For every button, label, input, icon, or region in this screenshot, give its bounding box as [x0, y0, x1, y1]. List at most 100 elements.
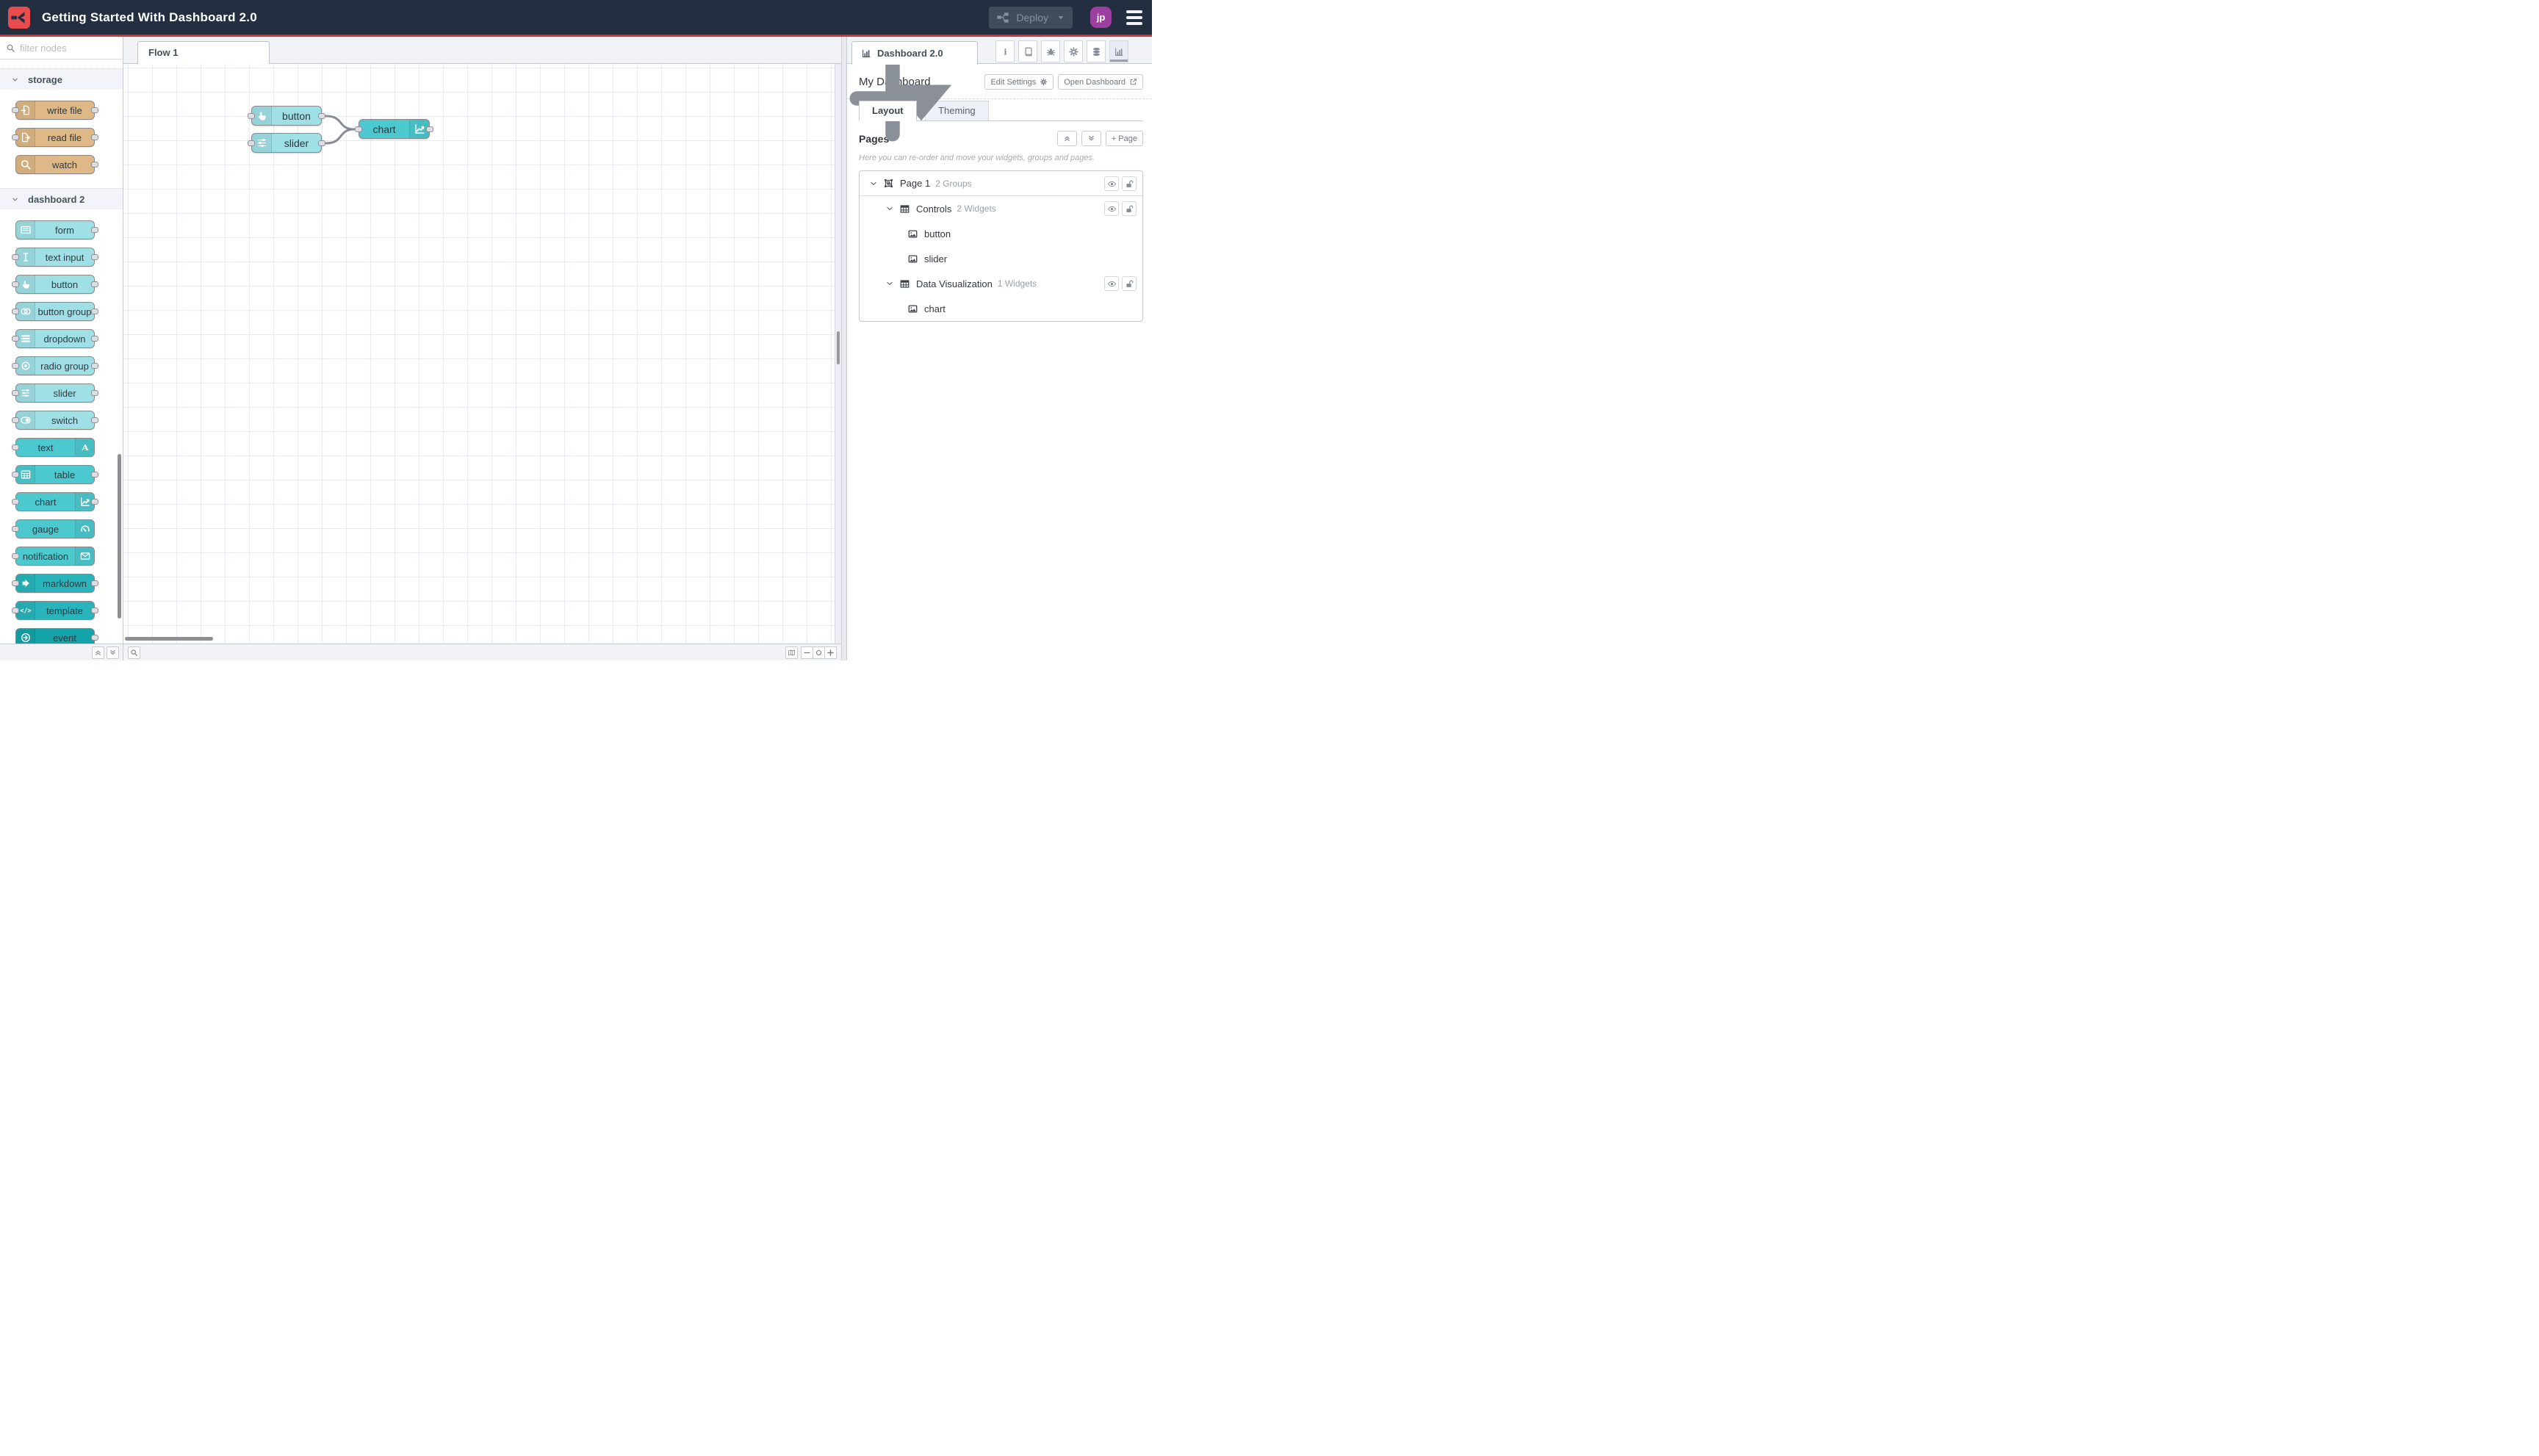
- node-input-port[interactable]: [12, 107, 19, 113]
- tree-row-widget-chart[interactable]: chart: [860, 296, 1142, 321]
- palette-node-switch[interactable]: switch: [12, 411, 98, 430]
- palette-category-storage[interactable]: storage: [0, 68, 123, 90]
- node-input-port[interactable]: [12, 309, 19, 314]
- node-input-port[interactable]: [12, 417, 19, 423]
- chevron-down-icon[interactable]: [885, 279, 894, 288]
- canvas-vertical-scrollbar[interactable]: [837, 331, 840, 364]
- node-output-port[interactable]: [91, 134, 98, 140]
- deploy-button[interactable]: Deploy: [989, 6, 1073, 29]
- palette-scrollbar[interactable]: [118, 454, 121, 619]
- sidebar-tab-list-button[interactable]: [1139, 47, 1148, 56]
- node-output-port[interactable]: [91, 499, 98, 505]
- node-output-port[interactable]: [318, 113, 325, 119]
- node-output-port[interactable]: [91, 580, 98, 586]
- palette-node-markdown[interactable]: markdown: [12, 574, 98, 593]
- flow-node-button[interactable]: button: [248, 106, 325, 126]
- tab-context-data-button[interactable]: [1087, 40, 1106, 62]
- tab-help-button[interactable]: [1018, 40, 1037, 62]
- palette-node-table[interactable]: table: [12, 465, 98, 484]
- node-input-port[interactable]: [12, 526, 19, 532]
- palette-node-gauge[interactable]: gauge: [12, 519, 95, 538]
- palette-node-template[interactable]: template: [12, 601, 98, 620]
- zoom-reset-button[interactable]: [813, 646, 825, 659]
- flow-node-chart[interactable]: chart: [355, 119, 433, 139]
- node-input-port[interactable]: [355, 126, 362, 132]
- node-input-port[interactable]: [12, 281, 19, 287]
- node-input-port[interactable]: [12, 499, 19, 505]
- node-output-port[interactable]: [91, 227, 98, 233]
- toggle-lock-button[interactable]: [1122, 176, 1137, 191]
- canvas-horizontal-scrollbar[interactable]: [125, 637, 213, 641]
- node-input-port[interactable]: [12, 254, 19, 260]
- node-output-port[interactable]: [91, 162, 98, 167]
- toggle-visibility-button[interactable]: [1104, 176, 1119, 191]
- node-output-port[interactable]: [91, 635, 98, 641]
- tab-layout[interactable]: Layout: [859, 101, 917, 121]
- palette-node-event[interactable]: event: [15, 628, 98, 644]
- palette-node-read-file[interactable]: read file: [12, 128, 98, 147]
- node-input-port[interactable]: [12, 580, 19, 586]
- tree-row-widget-slider[interactable]: slider: [860, 246, 1142, 271]
- node-output-port[interactable]: [426, 126, 433, 132]
- node-input-port[interactable]: [12, 363, 19, 369]
- flow-list-button[interactable]: [811, 46, 821, 56]
- tree-row-data-visualization-group[interactable]: Data Visualization 1 Widgets: [860, 271, 1142, 296]
- node-output-port[interactable]: [91, 608, 98, 613]
- node-output-port[interactable]: [91, 107, 98, 113]
- node-output-port[interactable]: [91, 472, 98, 477]
- node-input-port[interactable]: [12, 472, 19, 477]
- tab-dashboard-2[interactable]: Dashboard 2.0: [851, 41, 978, 65]
- collapse-all-categories-button[interactable]: [92, 646, 104, 659]
- node-output-port[interactable]: [91, 363, 98, 369]
- palette-node-watch[interactable]: watch: [15, 155, 98, 174]
- tab-config-button[interactable]: [1064, 40, 1083, 62]
- tab-info-button[interactable]: [995, 40, 1015, 62]
- node-output-port[interactable]: [91, 336, 98, 342]
- palette-node-write-file[interactable]: write file: [12, 101, 98, 120]
- chevron-down-icon[interactable]: [869, 179, 878, 188]
- node-input-port[interactable]: [12, 608, 19, 613]
- palette-node-notification[interactable]: notification: [12, 547, 95, 566]
- flow-canvas[interactable]: button slider chart: [123, 64, 841, 644]
- filter-nodes-input[interactable]: [20, 42, 117, 54]
- palette-node-text[interactable]: text: [12, 438, 95, 457]
- deploy-options-caret-icon[interactable]: [1056, 13, 1065, 22]
- node-output-port[interactable]: [91, 417, 98, 423]
- flow-node-slider[interactable]: slider: [248, 133, 325, 153]
- palette-node-chart[interactable]: chart: [12, 492, 98, 511]
- tab-debug-button[interactable]: [1041, 40, 1060, 62]
- palette-category-dashboard-2[interactable]: dashboard 2: [0, 188, 123, 209]
- toggle-lock-button[interactable]: [1122, 201, 1137, 216]
- node-output-port[interactable]: [91, 390, 98, 396]
- palette-node-dropdown[interactable]: dropdown: [12, 329, 98, 348]
- add-flow-button[interactable]: [782, 43, 797, 58]
- palette-node-button-group[interactable]: button group: [12, 302, 98, 321]
- node-input-port[interactable]: [12, 390, 19, 396]
- toggle-visibility-button[interactable]: [1104, 201, 1119, 216]
- main-menu-button[interactable]: [1126, 10, 1142, 25]
- zoom-out-button[interactable]: [801, 646, 813, 659]
- tab-flow-1[interactable]: Flow 1: [137, 41, 270, 64]
- toggle-visibility-button[interactable]: [1104, 276, 1119, 291]
- expand-all-pages-button[interactable]: [1081, 131, 1101, 146]
- node-input-port[interactable]: [248, 140, 255, 146]
- node-input-port[interactable]: [12, 134, 19, 140]
- toggle-lock-button[interactable]: [1122, 276, 1137, 291]
- node-input-port[interactable]: [12, 553, 19, 559]
- tab-dashboard-button[interactable]: [1109, 40, 1128, 62]
- palette-node-text-input[interactable]: text input: [12, 248, 98, 267]
- node-output-port[interactable]: [318, 140, 325, 146]
- open-dashboard-button[interactable]: Open Dashboard: [1058, 74, 1143, 90]
- chevron-down-icon[interactable]: [885, 204, 894, 213]
- tree-row-controls-group[interactable]: Controls 2 Widgets: [860, 196, 1142, 221]
- palette-node-form[interactable]: form: [15, 220, 98, 239]
- expand-all-categories-button[interactable]: [107, 646, 119, 659]
- add-page-button[interactable]: + Page: [1105, 131, 1143, 146]
- node-input-port[interactable]: [248, 113, 255, 119]
- palette-node-slider[interactable]: slider: [12, 383, 98, 403]
- node-output-port[interactable]: [91, 254, 98, 260]
- tree-row-page-1[interactable]: Page 1 2 Groups: [860, 171, 1142, 196]
- tree-row-widget-button[interactable]: button: [860, 221, 1142, 246]
- search-flows-button[interactable]: [128, 646, 140, 659]
- collapse-all-pages-button[interactable]: [1056, 131, 1077, 146]
